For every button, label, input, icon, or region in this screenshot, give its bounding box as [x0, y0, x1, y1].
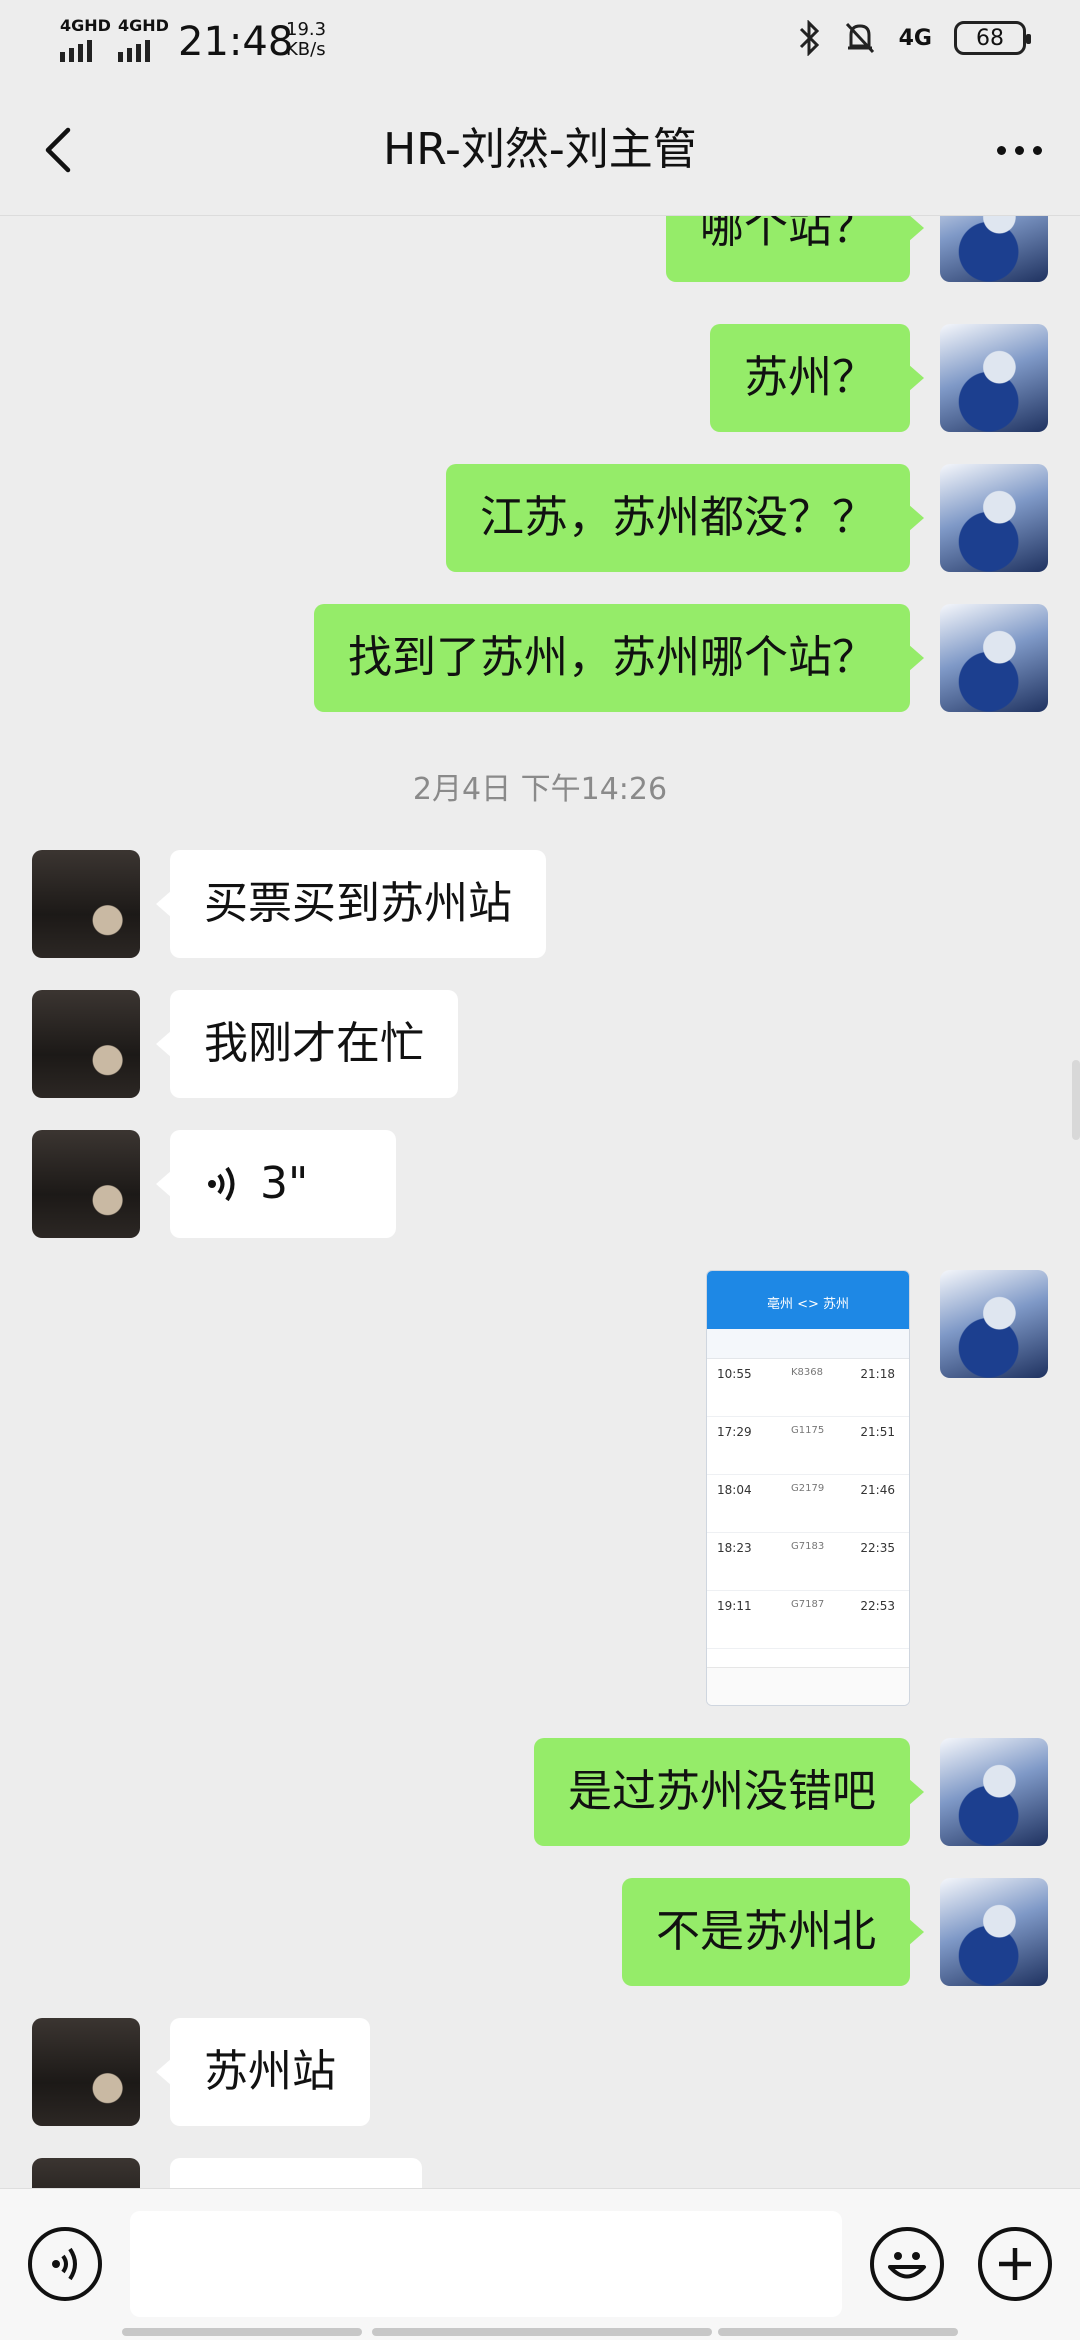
message-input[interactable]: [130, 2211, 842, 2317]
image-bottom-nav: [707, 1667, 909, 1705]
train-row: 19:11 G7187 22:53: [707, 1591, 909, 1649]
battery-level: 68: [976, 25, 1004, 51]
image-route-title: 亳州 <> 苏州: [766, 1297, 850, 1312]
my-message-bubble[interactable]: 苏州？: [710, 324, 924, 432]
message-timestamp: 2月4日 下午14:26: [412, 772, 668, 807]
more-functions-button[interactable]: [978, 2227, 1052, 2301]
plus-icon: [999, 2248, 1031, 2280]
status-right: 4G 68: [797, 20, 1031, 56]
emoji-button[interactable]: [870, 2227, 944, 2301]
train-dep-time: 17:29: [717, 1425, 752, 1439]
contact-message-bubble[interactable]: [170, 2158, 422, 2188]
contact-avatar[interactable]: [32, 2158, 140, 2188]
sim1-signal-icon: [60, 40, 92, 62]
mute-icon: [845, 22, 874, 54]
voice-icon: [208, 1166, 235, 1202]
my-message-bubble[interactable]: 是过苏州没错吧: [534, 1738, 924, 1846]
my-message-bubble[interactable]: 找到了苏州，苏州哪个站？: [314, 604, 924, 712]
network-type: 4G: [898, 25, 932, 51]
status-time: 21:48: [178, 19, 294, 65]
train-arr-time: 21:18: [860, 1367, 895, 1381]
train-dep-time: 18:23: [717, 1541, 752, 1555]
my-avatar[interactable]: [940, 1738, 1048, 1846]
train-arr-time: 22:53: [860, 1599, 895, 1613]
contact-message-bubble[interactable]: 苏州站: [156, 2018, 370, 2126]
train-row: 18:23 G7183 22:35: [707, 1533, 909, 1591]
network-speed-value: 19.3: [286, 19, 327, 40]
contact-avatar[interactable]: [32, 990, 140, 1098]
image-message[interactable]: 亳州 <> 苏州 10:55 K8368 21:18 17:29 G1175 2…: [706, 1270, 910, 1706]
network-speed: 19.3 KB/s: [286, 20, 326, 60]
sim1-network-label: 4GHD: [60, 16, 111, 35]
train-dep-time: 19:11: [717, 1599, 752, 1613]
train-dep-time: 18:04: [717, 1483, 752, 1497]
train-arr-time: 22:35: [860, 1541, 895, 1555]
chat-header: HR-刘然-刘主管: [0, 84, 1080, 216]
train-number: K8368: [791, 1367, 824, 1378]
contact-avatar[interactable]: [32, 850, 140, 958]
train-row: 17:29 G1175 21:51: [707, 1417, 909, 1475]
bluetooth-icon: [799, 20, 819, 56]
train-number: G2179: [791, 1483, 825, 1494]
nav-gesture-bar: [122, 2328, 362, 2336]
train-number: G7183: [791, 1541, 825, 1552]
voice-duration: 3": [260, 1158, 309, 1209]
my-avatar[interactable]: [940, 324, 1048, 432]
contact-message-bubble[interactable]: 我刚才在忙: [156, 990, 458, 1098]
train-row: 18:04 G2179 21:46: [707, 1475, 909, 1533]
input-bar: [0, 2188, 1080, 2340]
nav-gesture-bar: [718, 2328, 958, 2336]
my-avatar[interactable]: [940, 604, 1048, 712]
sim2-signal-icon: [118, 40, 150, 62]
network-speed-unit: KB/s: [286, 39, 326, 60]
status-bar: 4GHD 4GHD 21:48 19.3 KB/s 4G 68: [0, 0, 1080, 84]
chat-scrollbar[interactable]: [1072, 1060, 1080, 1140]
voice-input-button[interactable]: [28, 2227, 102, 2301]
train-arr-time: 21:46: [860, 1483, 895, 1497]
contact-message-bubble[interactable]: 买票买到苏州站: [156, 850, 546, 958]
contact-avatar[interactable]: [32, 1130, 140, 1238]
train-dep-time: 10:55: [717, 1367, 752, 1381]
battery-indicator: 68: [954, 21, 1031, 55]
emoji-icon: [888, 2252, 926, 2279]
train-row: 10:55 K8368 21:18: [707, 1359, 909, 1417]
image-tab-strip: [707, 1329, 909, 1359]
my-avatar[interactable]: [940, 464, 1048, 572]
sim2-network-label: 4GHD: [118, 16, 169, 35]
more-button[interactable]: [984, 120, 1054, 180]
image-app-header: 亳州 <> 苏州: [707, 1271, 909, 1329]
my-avatar[interactable]: [940, 216, 1048, 282]
contact-avatar[interactable]: [32, 2018, 140, 2126]
train-arr-time: 21:51: [860, 1425, 895, 1439]
chat-title: HR-刘然-刘主管: [383, 124, 697, 175]
my-message-bubble[interactable]: 不是苏州北: [622, 1878, 924, 1986]
chat-message-list[interactable]: 哪个站？ 苏州？ 江苏，苏州都没？？ 找到了苏州，苏州哪个站？ 2月4日 下午1…: [0, 216, 1080, 2188]
train-number: G7187: [791, 1599, 825, 1610]
my-message-bubble[interactable]: 江苏，苏州都没？？: [446, 464, 924, 572]
voice-message-bubble[interactable]: 3": [156, 1130, 396, 1238]
more-dots-icon: [996, 145, 1006, 155]
voice-icon: [52, 2247, 77, 2281]
train-number: G1175: [791, 1425, 825, 1436]
nav-gesture-bar: [372, 2328, 712, 2336]
my-avatar[interactable]: [940, 1270, 1048, 1378]
my-avatar[interactable]: [940, 1878, 1048, 1986]
my-message-bubble[interactable]: 哪个站？: [666, 216, 924, 282]
